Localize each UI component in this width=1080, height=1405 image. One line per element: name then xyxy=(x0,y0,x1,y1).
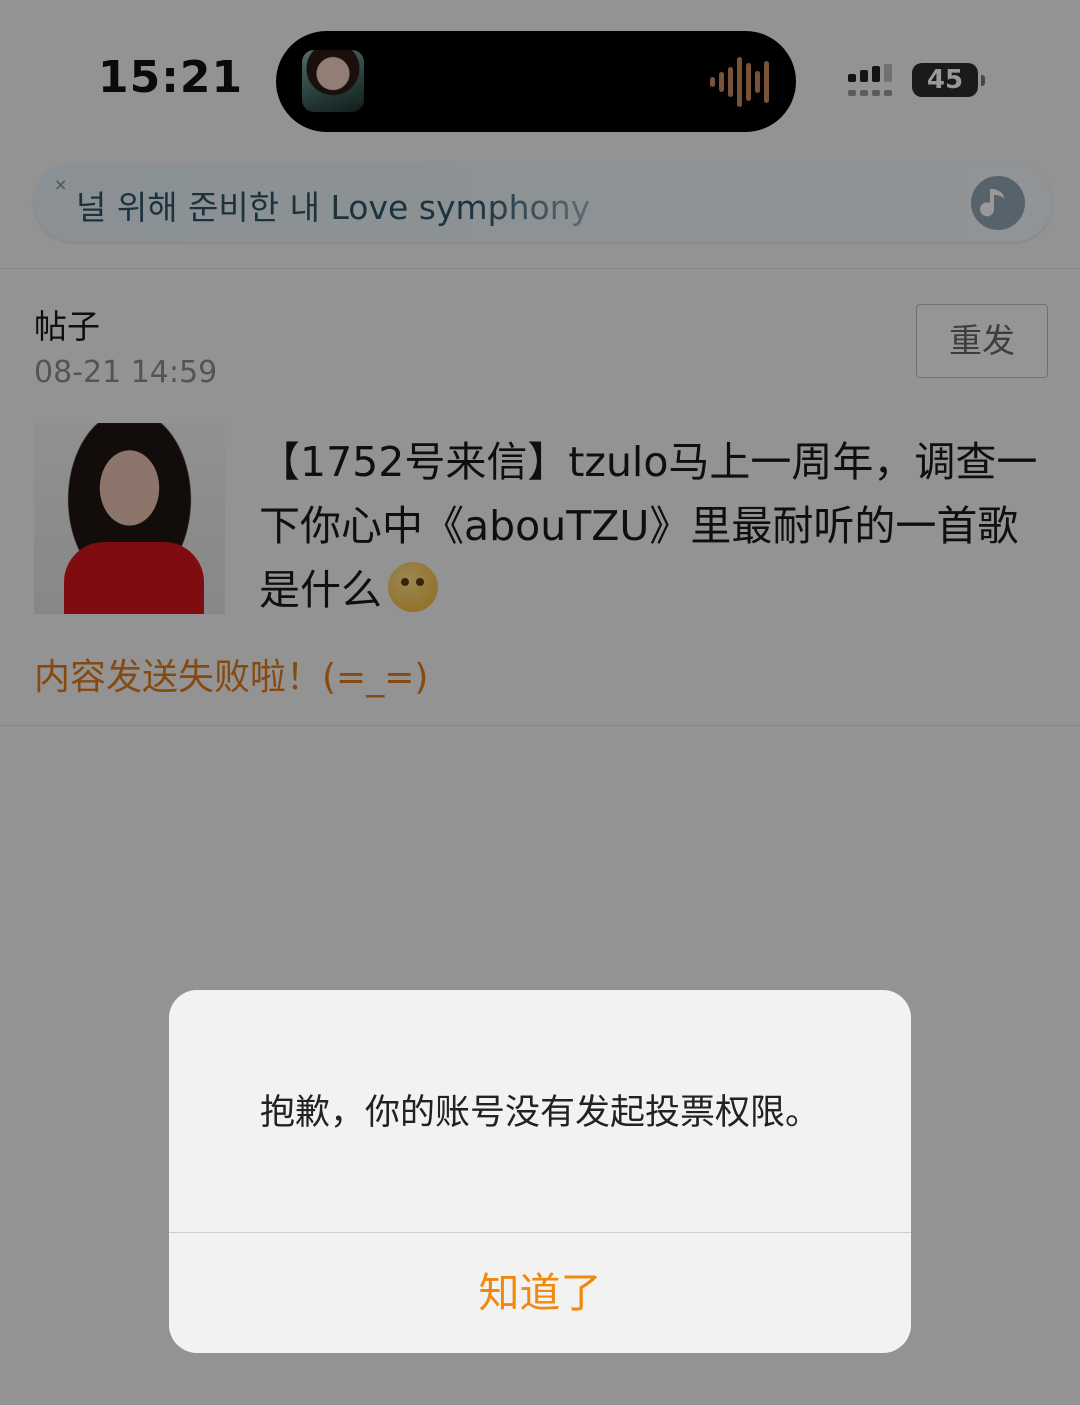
dialog-confirm-button[interactable]: 知道了 xyxy=(169,1233,911,1353)
dialog-message: 抱歉，你的账号没有发起投票权限。 xyxy=(259,1093,820,1133)
alert-dialog: 抱歉，你的账号没有发起投票权限。 知道了 xyxy=(169,990,911,1353)
screen: 15:21 45 × 널 위해 준비한 내 Love symphony 帖子 0… xyxy=(0,0,1080,1405)
